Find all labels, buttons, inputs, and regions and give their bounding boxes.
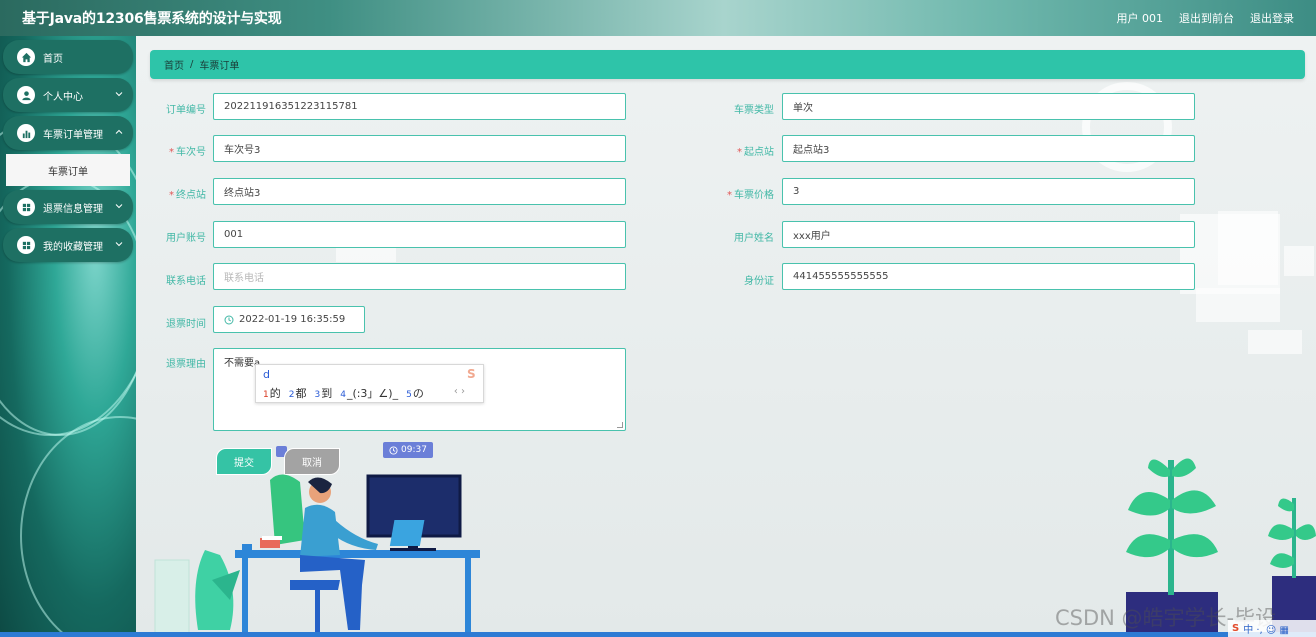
sidebar-item-label: 退票信息管理	[43, 203, 103, 215]
clock-icon	[389, 445, 398, 455]
ime-candidate[interactable]: 3到	[314, 385, 332, 401]
ime-candidate[interactable]: 2都	[289, 385, 307, 401]
top-header: 基于Java的12306售票系统的设计与实现 用户 001 退出到前台 退出登录	[0, 0, 1316, 36]
breadcrumb-home[interactable]: 首页	[164, 57, 184, 72]
sidebar-item-label: 我的收藏管理	[43, 241, 103, 253]
app-title: 基于Java的12306售票系统的设计与实现	[22, 11, 282, 27]
train-no-label: * 车次号	[169, 147, 206, 158]
account-field[interactable]: 001	[213, 221, 626, 248]
office-illustration	[154, 474, 480, 637]
ime-candidate[interactable]: 4_(:3」∠)_	[340, 385, 398, 401]
chevron-down-icon	[115, 204, 123, 209]
decorative-shape	[1248, 330, 1302, 354]
refund-reason-label: 退票理由	[166, 359, 206, 370]
start-station-field[interactable]: 起点站3	[782, 135, 1195, 162]
chevron-down-icon	[115, 92, 123, 97]
price-field[interactable]: 3	[782, 178, 1195, 205]
phone-field[interactable]: 联系电话	[213, 263, 626, 290]
current-user-link[interactable]: 用户 001	[1117, 10, 1164, 26]
header-links: 用户 001 退出到前台 退出登录	[1117, 10, 1295, 26]
sogou-icon: S	[1232, 623, 1240, 634]
chart-icon	[17, 124, 35, 142]
id-card-label: 身份证	[744, 276, 774, 287]
sidebar-item-ticket-order-management[interactable]: 车票订单管理	[3, 116, 133, 150]
decorative-shape	[336, 246, 396, 262]
end-station-label: * 终点站	[169, 190, 206, 201]
account-label: 用户账号	[166, 233, 206, 244]
sidebar-item-favorites-management[interactable]: 我的收藏管理	[3, 228, 133, 262]
sidebar-item-label: 个人中心	[43, 91, 83, 103]
grid-icon	[17, 236, 35, 254]
user-name-field[interactable]: xxx用户	[782, 221, 1195, 248]
required-mark: *	[727, 190, 732, 201]
breadcrumb-separator: /	[190, 59, 194, 70]
grid-icon	[17, 198, 35, 216]
logout-link[interactable]: 退出登录	[1250, 10, 1294, 26]
id-card-field[interactable]: 441455555555555	[782, 263, 1195, 290]
ticket-type-field[interactable]: 单次	[782, 93, 1195, 120]
ime-composition: d	[263, 368, 270, 381]
breadcrumb-current: 车票订单	[199, 61, 240, 72]
order-no-field[interactable]: 2022119163512231157​81	[213, 93, 626, 120]
required-mark: *	[737, 147, 742, 158]
sidebar-menu: 首页 个人中心 车票订单管理 车票订单 退票信息管理 我的收藏管理	[3, 40, 133, 266]
sidebar-subitem-ticket-order[interactable]: 车票订单	[6, 154, 130, 186]
home-icon	[17, 48, 35, 66]
ime-candidate[interactable]: 5の	[406, 385, 424, 401]
required-mark: *	[169, 190, 174, 201]
ime-candidate[interactable]: 1的	[263, 385, 281, 401]
ime-tray-status: 中 ·, ☺ ▦	[1243, 625, 1289, 636]
bottom-scroll-bar	[0, 632, 1316, 637]
clock-icon	[224, 315, 234, 324]
refund-time-label: 退票时间	[166, 319, 206, 330]
decorative-shape	[1196, 288, 1280, 322]
ime-candidate-popup: d 1的 2都 3到 4_(:3」∠)_ 5の ‹ › S	[255, 364, 484, 403]
resize-handle[interactable]	[617, 422, 623, 428]
ticket-type-label: 车票类型	[734, 105, 774, 116]
chevron-down-icon	[115, 242, 123, 247]
decorative-shape	[1284, 246, 1314, 276]
time-badge: 09:37	[383, 442, 433, 458]
sidebar-item-label: 车票订单管理	[43, 129, 103, 141]
decorative-swirl	[20, 416, 136, 637]
ime-logo-icon: S	[467, 367, 476, 381]
order-no-label: 订单编号	[166, 105, 206, 116]
ime-candidate-list: 1的 2都 3到 4_(:3」∠)_ 5の	[263, 385, 424, 401]
sidebar-item-label: 首页	[43, 53, 63, 65]
sidebar-item-home[interactable]: 首页	[3, 40, 133, 74]
start-station-label: * 起点站	[737, 147, 774, 158]
user-icon	[17, 86, 35, 104]
train-no-field[interactable]: 车次号3	[213, 135, 626, 162]
phone-label: 联系电话	[166, 276, 206, 287]
chevron-up-icon	[115, 129, 123, 134]
price-label: * 车票价格	[727, 190, 774, 201]
refund-time-picker[interactable]: 2022-01-19 16:35:59	[213, 306, 365, 333]
refund-time-value: 2022-01-19 16:35:59	[239, 314, 346, 325]
required-mark: *	[169, 147, 174, 158]
end-station-field[interactable]: 终点站3	[213, 178, 626, 205]
back-to-frontend-link[interactable]: 退出到前台	[1179, 10, 1234, 26]
ime-tray[interactable]: S 中 ·, ☺ ▦	[1228, 620, 1316, 637]
ime-page-arrows[interactable]: ‹ ›	[454, 386, 465, 397]
sidebar-item-refund-management[interactable]: 退票信息管理	[3, 190, 133, 224]
sidebar-item-personal-center[interactable]: 个人中心	[3, 78, 133, 112]
decorative-shape	[1218, 211, 1278, 285]
user-name-label: 用户姓名	[734, 233, 774, 244]
breadcrumb: 首页 / 车票订单	[150, 50, 1305, 79]
